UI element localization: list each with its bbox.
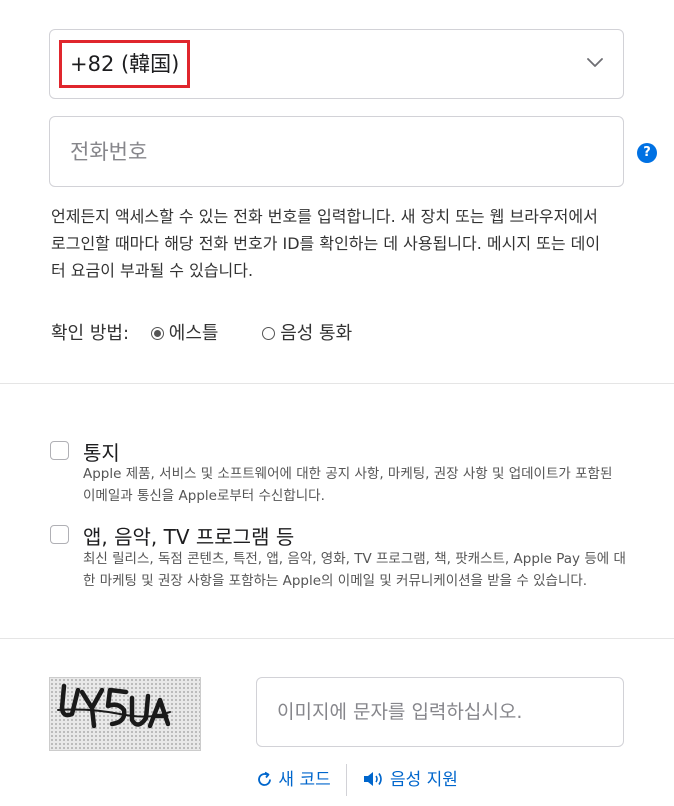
chevron-down-icon <box>587 58 603 67</box>
apps-music-description: 최신 릴리스, 독점 콘텐츠, 특전, 앱, 음악, 영화, TV 프로그램, … <box>83 551 626 589</box>
question-icon[interactable]: ? <box>637 143 657 163</box>
announcements-checkbox[interactable] <box>50 441 69 460</box>
radio-selected-icon[interactable] <box>150 327 164 340</box>
speaker-icon <box>363 772 382 786</box>
captcha-actions: 새 코드 음성 지원 <box>256 764 458 796</box>
verification-method: 확인 방법: 에스틀 음성 통화 <box>51 320 352 348</box>
audio-label: 음성 지원 <box>389 770 458 790</box>
new-code-link[interactable]: 새 코드 <box>256 770 336 790</box>
verification-label: 확인 방법: <box>51 323 130 344</box>
captcha-image <box>49 677 201 751</box>
radio-voice-call[interactable]: 음성 통화 <box>262 323 352 344</box>
country-code-value: +82 (韓国) <box>59 40 191 88</box>
announcements-description: Apple 제품, 서비스 및 소프트웨어에 대한 공지 사항, 마케팅, 권장… <box>83 466 613 504</box>
announcements-title: 통지 <box>83 441 120 465</box>
radio-voice-label: 음성 통화 <box>280 323 353 344</box>
phone-description: 언제든지 액세스할 수 있는 전화 번호를 입력합니다. 새 장치 또는 웹 브… <box>51 207 601 280</box>
new-code-label: 새 코드 <box>278 770 331 790</box>
phone-number-field[interactable] <box>49 116 624 187</box>
apps-music-checkbox[interactable] <box>50 525 69 544</box>
captcha-text-graphic <box>57 683 171 729</box>
refresh-icon <box>258 771 271 786</box>
captcha-field[interactable] <box>256 677 624 747</box>
phone-number-input[interactable] <box>50 117 623 186</box>
country-code-select[interactable]: +82 (韓国) <box>49 29 624 99</box>
divider <box>0 638 674 639</box>
captcha-input[interactable] <box>257 678 623 746</box>
apps-music-title: 앱, 음악, TV 프로그램 등 <box>83 525 295 549</box>
divider <box>0 383 674 384</box>
radio-sms[interactable]: 에스틀 <box>150 323 219 344</box>
radio-sms-label: 에스틀 <box>168 323 219 344</box>
separator <box>346 764 348 796</box>
radio-unselected-icon[interactable] <box>262 327 276 340</box>
audio-link[interactable]: 음성 지원 <box>363 770 458 790</box>
